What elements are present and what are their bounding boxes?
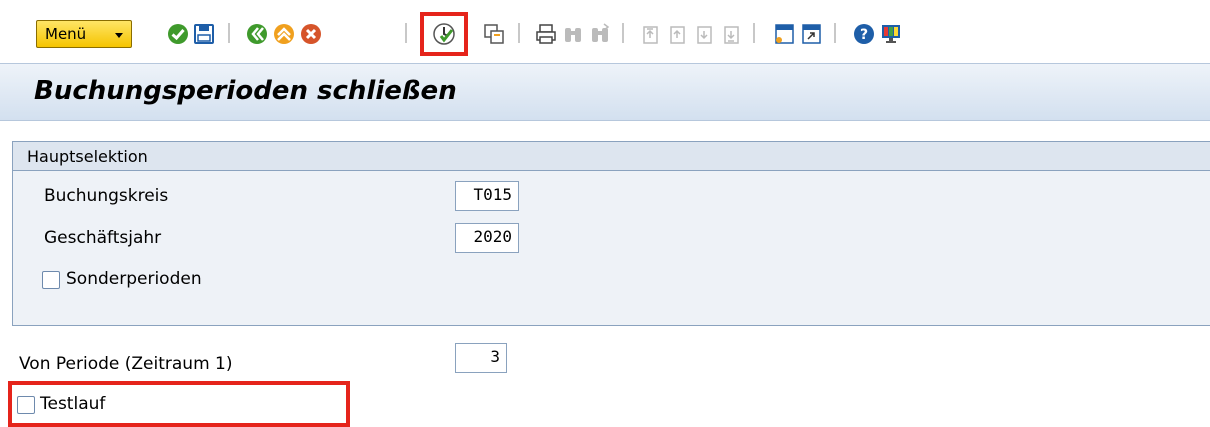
svg-text:?: ? bbox=[860, 27, 868, 43]
first-page-icon[interactable] bbox=[638, 22, 662, 46]
toolbar-separator bbox=[753, 23, 755, 43]
enter-icon[interactable] bbox=[166, 22, 190, 46]
create-session-icon[interactable] bbox=[772, 22, 796, 46]
menu-caret-icon bbox=[115, 33, 123, 38]
toolbar-separator bbox=[405, 23, 407, 43]
print-icon[interactable] bbox=[534, 22, 558, 46]
toolbar-separator bbox=[228, 23, 230, 43]
find-next-icon[interactable] bbox=[588, 22, 612, 46]
toolbar-separator bbox=[834, 23, 836, 43]
from-period-label: Von Periode (Zeitraum 1) bbox=[19, 354, 233, 374]
save-icon[interactable] bbox=[192, 22, 216, 46]
fiscal-year-label: Geschäftsjahr bbox=[44, 228, 162, 248]
selection-options-icon[interactable] bbox=[482, 22, 506, 46]
help-icon[interactable]: ? bbox=[852, 22, 876, 46]
test-run-checkbox[interactable] bbox=[17, 396, 35, 414]
title-bar: Buchungsperioden schließen bbox=[0, 63, 1210, 121]
application-toolbar: Menü ? bbox=[0, 0, 1210, 60]
shortcut-icon[interactable] bbox=[799, 22, 823, 46]
back-icon[interactable] bbox=[245, 22, 269, 46]
company-code-field[interactable]: T015 bbox=[455, 181, 519, 211]
company-code-label: Buchungskreis bbox=[44, 186, 169, 206]
special-periods-checkbox[interactable] bbox=[42, 271, 60, 289]
cancel-icon[interactable] bbox=[299, 22, 323, 46]
group-header: Hauptselektion bbox=[13, 142, 1210, 171]
fiscal-year-field[interactable]: 2020 bbox=[455, 223, 519, 253]
toolbar-separator bbox=[518, 23, 520, 43]
menu-button[interactable]: Menü bbox=[36, 20, 132, 48]
execute-highlight bbox=[420, 12, 468, 56]
main-selection-group: Hauptselektion bbox=[12, 141, 1210, 326]
toolbar-separator bbox=[622, 23, 624, 43]
last-page-icon[interactable] bbox=[719, 22, 743, 46]
customize-layout-icon[interactable] bbox=[879, 22, 903, 46]
previous-page-icon[interactable] bbox=[665, 22, 689, 46]
special-periods-label: Sonderperioden bbox=[66, 269, 202, 289]
exit-icon[interactable] bbox=[272, 22, 296, 46]
find-icon[interactable] bbox=[561, 22, 585, 46]
test-run-label: Testlauf bbox=[40, 394, 106, 414]
next-page-icon[interactable] bbox=[692, 22, 716, 46]
group-title: Hauptselektion bbox=[27, 147, 148, 166]
page-title: Buchungsperioden schließen bbox=[34, 76, 457, 106]
from-period-field[interactable]: 3 bbox=[455, 343, 507, 373]
menu-label: Menü bbox=[45, 25, 87, 43]
